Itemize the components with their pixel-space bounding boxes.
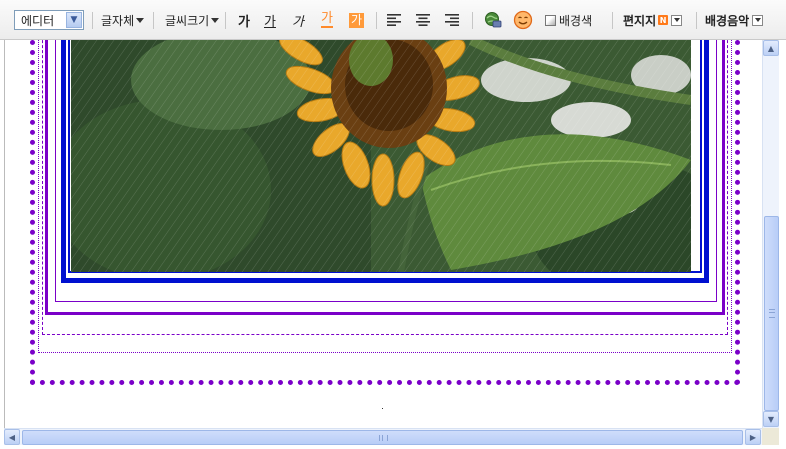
sunflower-image [71, 40, 691, 272]
underline-button[interactable]: 가 [264, 0, 276, 40]
italic-button[interactable]: 가 [292, 0, 304, 40]
toolbar-separator [92, 12, 93, 29]
align-left-icon [387, 14, 401, 26]
grip-icon [769, 309, 775, 318]
vertical-scrollbar[interactable]: ▲ ▼ [762, 40, 779, 428]
bold-button[interactable]: 가 [238, 0, 250, 40]
font-color-icon: 가 [321, 11, 333, 28]
editor-mode-value: 에디터 [21, 13, 55, 28]
font-face-label: 글자체 [101, 13, 135, 28]
align-right-button[interactable] [445, 0, 459, 40]
editor-mode-select[interactable]: 에디터 ▼ [14, 10, 84, 30]
underline-icon: 가 [264, 14, 276, 30]
emoticon-button[interactable] [513, 0, 533, 40]
caret-down-icon [136, 17, 145, 23]
editor-toolbar: 에디터 ▼ 글자체 글씨크기 가 가 가 가 가 배경색 편지지 N 배경음악 [0, 0, 786, 40]
bg-color-label: 배경색 [559, 13, 593, 28]
editor-content-area[interactable] [4, 40, 763, 428]
toolbar-separator [153, 12, 154, 29]
scroll-right-button[interactable]: ▶ [745, 429, 761, 445]
caret-down-icon [211, 17, 220, 23]
align-left-button[interactable] [387, 0, 401, 40]
sunflower-photo [71, 40, 691, 272]
scrollbar-corner [762, 428, 779, 445]
toolbar-separator [376, 12, 377, 29]
chevron-down-icon[interactable]: ▼ [66, 12, 82, 28]
font-color-button[interactable]: 가 [321, 0, 333, 40]
bg-color-icon [545, 14, 556, 26]
bg-music-label: 배경음악 [705, 13, 750, 28]
stationery-button[interactable]: 편지지 N [623, 0, 683, 40]
font-size-label: 글씨크기 [165, 13, 210, 28]
new-badge: N [658, 15, 669, 25]
bold-icon: 가 [238, 14, 250, 30]
toolbar-separator [612, 12, 613, 29]
chevron-down-icon[interactable] [671, 14, 683, 26]
insert-link-button[interactable] [484, 0, 502, 40]
italic-icon: 가 [292, 14, 304, 30]
align-center-icon [416, 14, 430, 26]
bg-music-button[interactable]: 배경음악 [705, 0, 764, 40]
grip-icon [379, 435, 388, 441]
text-caret [382, 408, 383, 409]
scroll-down-button[interactable]: ▼ [763, 411, 779, 427]
horizontal-scroll-thumb[interactable] [22, 430, 743, 445]
align-right-icon [445, 14, 459, 26]
align-center-button[interactable] [416, 0, 430, 40]
toolbar-separator [472, 12, 473, 29]
smiley-icon [513, 10, 533, 30]
highlight-icon: 가 [349, 12, 365, 28]
toolbar-separator [225, 12, 226, 29]
scroll-left-button[interactable]: ◀ [4, 429, 20, 445]
vertical-scroll-thumb[interactable] [764, 216, 779, 411]
highlight-button[interactable]: 가 [349, 0, 365, 40]
horizontal-scrollbar[interactable]: ◀ ▶ [4, 428, 762, 445]
globe-link-icon [485, 12, 502, 28]
font-size-button[interactable]: 글씨크기 [165, 0, 220, 40]
chevron-down-icon[interactable] [752, 14, 764, 26]
stationery-label: 편지지 [623, 13, 657, 28]
bg-color-button[interactable]: 배경색 [545, 0, 592, 40]
scroll-up-button[interactable]: ▲ [763, 40, 779, 56]
font-face-button[interactable]: 글자체 [101, 0, 145, 40]
toolbar-separator [696, 12, 697, 29]
